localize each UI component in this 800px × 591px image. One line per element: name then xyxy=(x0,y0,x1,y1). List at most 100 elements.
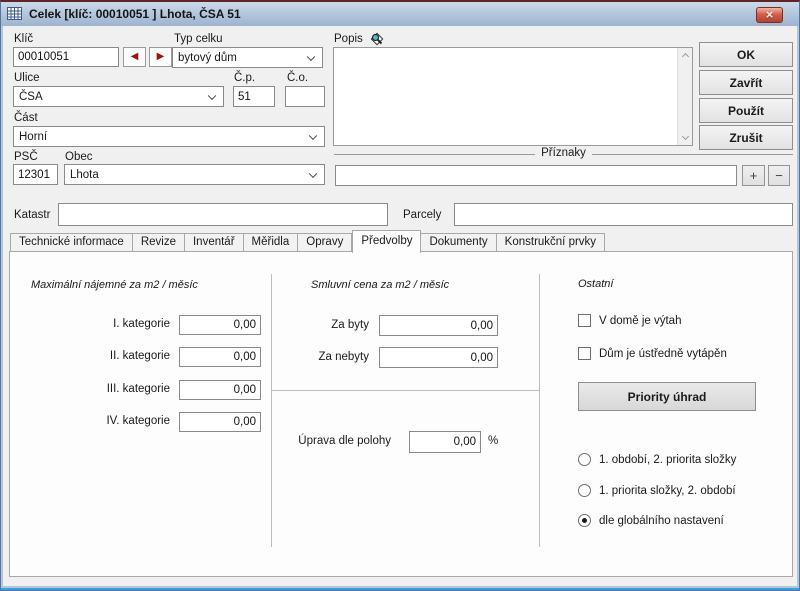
radio-obdobi-priorita[interactable]: 1. období, 2. priorita složky xyxy=(578,453,736,466)
cast-select[interactable]: Horní xyxy=(13,126,325,147)
kategorie-2-input[interactable] xyxy=(179,347,261,367)
cast-label: Část xyxy=(14,112,38,124)
scroll-down-button[interactable] xyxy=(678,131,693,145)
cp-input[interactable] xyxy=(233,86,275,107)
chevron-down-icon xyxy=(309,131,317,139)
ok-button[interactable]: OK xyxy=(699,42,793,67)
window-title: Celek [klíč: 00010051 ] Lhota, ČSA 51 xyxy=(29,7,241,21)
radio-priorita-obdobi-label: 1. priorita složky, 2. období xyxy=(599,485,736,497)
tab-predvolby[interactable]: Předvolby xyxy=(352,230,421,253)
radio-icon xyxy=(578,484,591,497)
kategorie-4-label: IV. kategorie xyxy=(10,415,170,427)
ulice-value: ČSA xyxy=(19,91,43,103)
tab-konstrukcni-prvky[interactable]: Konstrukční prvky xyxy=(497,233,605,251)
typ-celku-select[interactable]: bytový dům xyxy=(172,47,323,68)
cp-label: Č.p. xyxy=(234,72,255,84)
katastr-label: Katastr xyxy=(14,209,50,221)
minus-icon: − xyxy=(775,169,783,182)
radio-icon xyxy=(578,514,591,527)
priznaky-group-label: Příznaky xyxy=(334,147,793,159)
kategorie-2-label: II. kategorie xyxy=(10,350,170,362)
co-label: Č.o. xyxy=(287,72,308,84)
tab-revize[interactable]: Revize xyxy=(133,233,185,251)
radio-priorita-obdobi[interactable]: 1. priorita složky, 2. období xyxy=(578,484,736,497)
klic-input[interactable] xyxy=(13,47,119,67)
next-record-button[interactable]: ▶ xyxy=(149,47,172,67)
popis-box xyxy=(333,47,693,146)
radio-globalni-nastaveni-label: dle globálního nastavení xyxy=(599,515,724,527)
checkbox-vytapen[interactable]: Dům je ústředně vytápěn xyxy=(578,347,727,360)
building-grid-icon xyxy=(7,7,23,21)
co-input[interactable] xyxy=(285,86,325,107)
chevron-down-icon xyxy=(309,169,317,177)
plus-icon: + xyxy=(750,169,758,182)
za-byty-input[interactable] xyxy=(379,315,498,336)
kategorie-3-input[interactable] xyxy=(179,380,261,400)
close-button[interactable]: × xyxy=(756,7,783,23)
checkbox-icon xyxy=(578,314,591,327)
obec-select[interactable]: Lhota xyxy=(64,164,325,185)
tab-bar: Technické informace Revize Inventář Měři… xyxy=(10,230,605,251)
zavrit-button[interactable]: Zavřít xyxy=(699,70,793,95)
titlebar: Celek [klíč: 00010051 ] Lhota, ČSA 51 × xyxy=(1,2,799,26)
tab-opravy[interactable]: Opravy xyxy=(298,233,352,251)
obec-label: Obec xyxy=(65,151,93,163)
popis-label: Popis xyxy=(334,33,363,45)
obec-value: Lhota xyxy=(70,169,99,181)
ulice-label: Ulice xyxy=(14,72,40,84)
radio-obdobi-priorita-label: 1. období, 2. priorita složky xyxy=(599,454,736,466)
kategorie-1-label: I. kategorie xyxy=(10,318,170,330)
parcely-input[interactable] xyxy=(454,203,793,226)
prev-record-button[interactable]: ◀ xyxy=(123,47,146,67)
pouzit-button[interactable]: Použít xyxy=(699,98,793,123)
prev-arrow-icon: ◀ xyxy=(131,52,139,62)
checkbox-vytah[interactable]: V domě je výtah xyxy=(578,314,681,327)
ulice-select[interactable]: ČSA xyxy=(13,86,224,107)
popis-scrollbar[interactable] xyxy=(677,48,692,145)
column-divider-2 xyxy=(539,274,540,547)
typ-celku-label: Typ celku xyxy=(174,33,223,45)
column-divider-1 xyxy=(271,274,272,547)
psc-input[interactable] xyxy=(13,164,58,185)
smluvni-cena-heading: Smluvní cena za m2 / měsíc xyxy=(311,279,449,291)
za-nebyty-label: Za nebyty xyxy=(280,351,369,363)
kategorie-1-input[interactable] xyxy=(179,315,261,335)
priznaky-remove-button[interactable]: − xyxy=(768,165,790,186)
parcely-label: Parcely xyxy=(403,209,441,221)
klic-label: Klíč xyxy=(14,33,33,45)
za-nebyty-input[interactable] xyxy=(379,347,498,368)
checkbox-vytah-label: V domě je výtah xyxy=(599,315,681,327)
cast-value: Horní xyxy=(19,131,47,143)
tab-inventar[interactable]: Inventář xyxy=(185,233,244,251)
close-icon: × xyxy=(766,10,774,20)
katastr-input[interactable] xyxy=(58,203,388,226)
psc-label: PSČ xyxy=(14,151,38,163)
percent-label: % xyxy=(488,435,508,447)
kategorie-3-label: III. kategorie xyxy=(10,383,170,395)
predvolby-panel: Maximální nájemné za m2 / měsíc I. kateg… xyxy=(9,251,793,577)
radio-icon xyxy=(578,453,591,466)
radio-globalni-nastaveni[interactable]: dle globálního nastavení xyxy=(578,514,724,527)
uprava-label: Úprava dle polohy xyxy=(271,435,391,447)
scroll-up-button[interactable] xyxy=(678,48,693,62)
checkbox-vytapen-label: Dům je ústředně vytápěn xyxy=(599,348,727,360)
middle-divider xyxy=(272,390,539,391)
priority-uhrad-button[interactable]: Priority úhrad xyxy=(578,382,756,411)
uprava-input[interactable] xyxy=(409,431,481,453)
tab-technicke-informace[interactable]: Technické informace xyxy=(10,233,133,251)
next-arrow-icon: ▶ xyxy=(157,52,165,62)
tab-dokumenty[interactable]: Dokumenty xyxy=(421,233,496,251)
chevron-down-icon xyxy=(307,52,315,60)
scroll-down-icon xyxy=(681,133,688,140)
typ-celku-value: bytový dům xyxy=(178,52,237,64)
scroll-up-icon xyxy=(681,53,688,60)
za-byty-label: Za byty xyxy=(280,319,369,331)
max-najemne-heading: Maximální nájemné za m2 / měsíc xyxy=(31,279,198,291)
priznaky-add-button[interactable]: + xyxy=(742,165,765,186)
tab-meridla[interactable]: Měřidla xyxy=(244,233,299,251)
chevron-down-icon xyxy=(208,91,216,99)
priznaky-input[interactable] xyxy=(335,165,737,186)
checkbox-icon xyxy=(578,347,591,360)
popis-textarea[interactable] xyxy=(334,48,677,145)
kategorie-4-input[interactable] xyxy=(179,412,261,432)
